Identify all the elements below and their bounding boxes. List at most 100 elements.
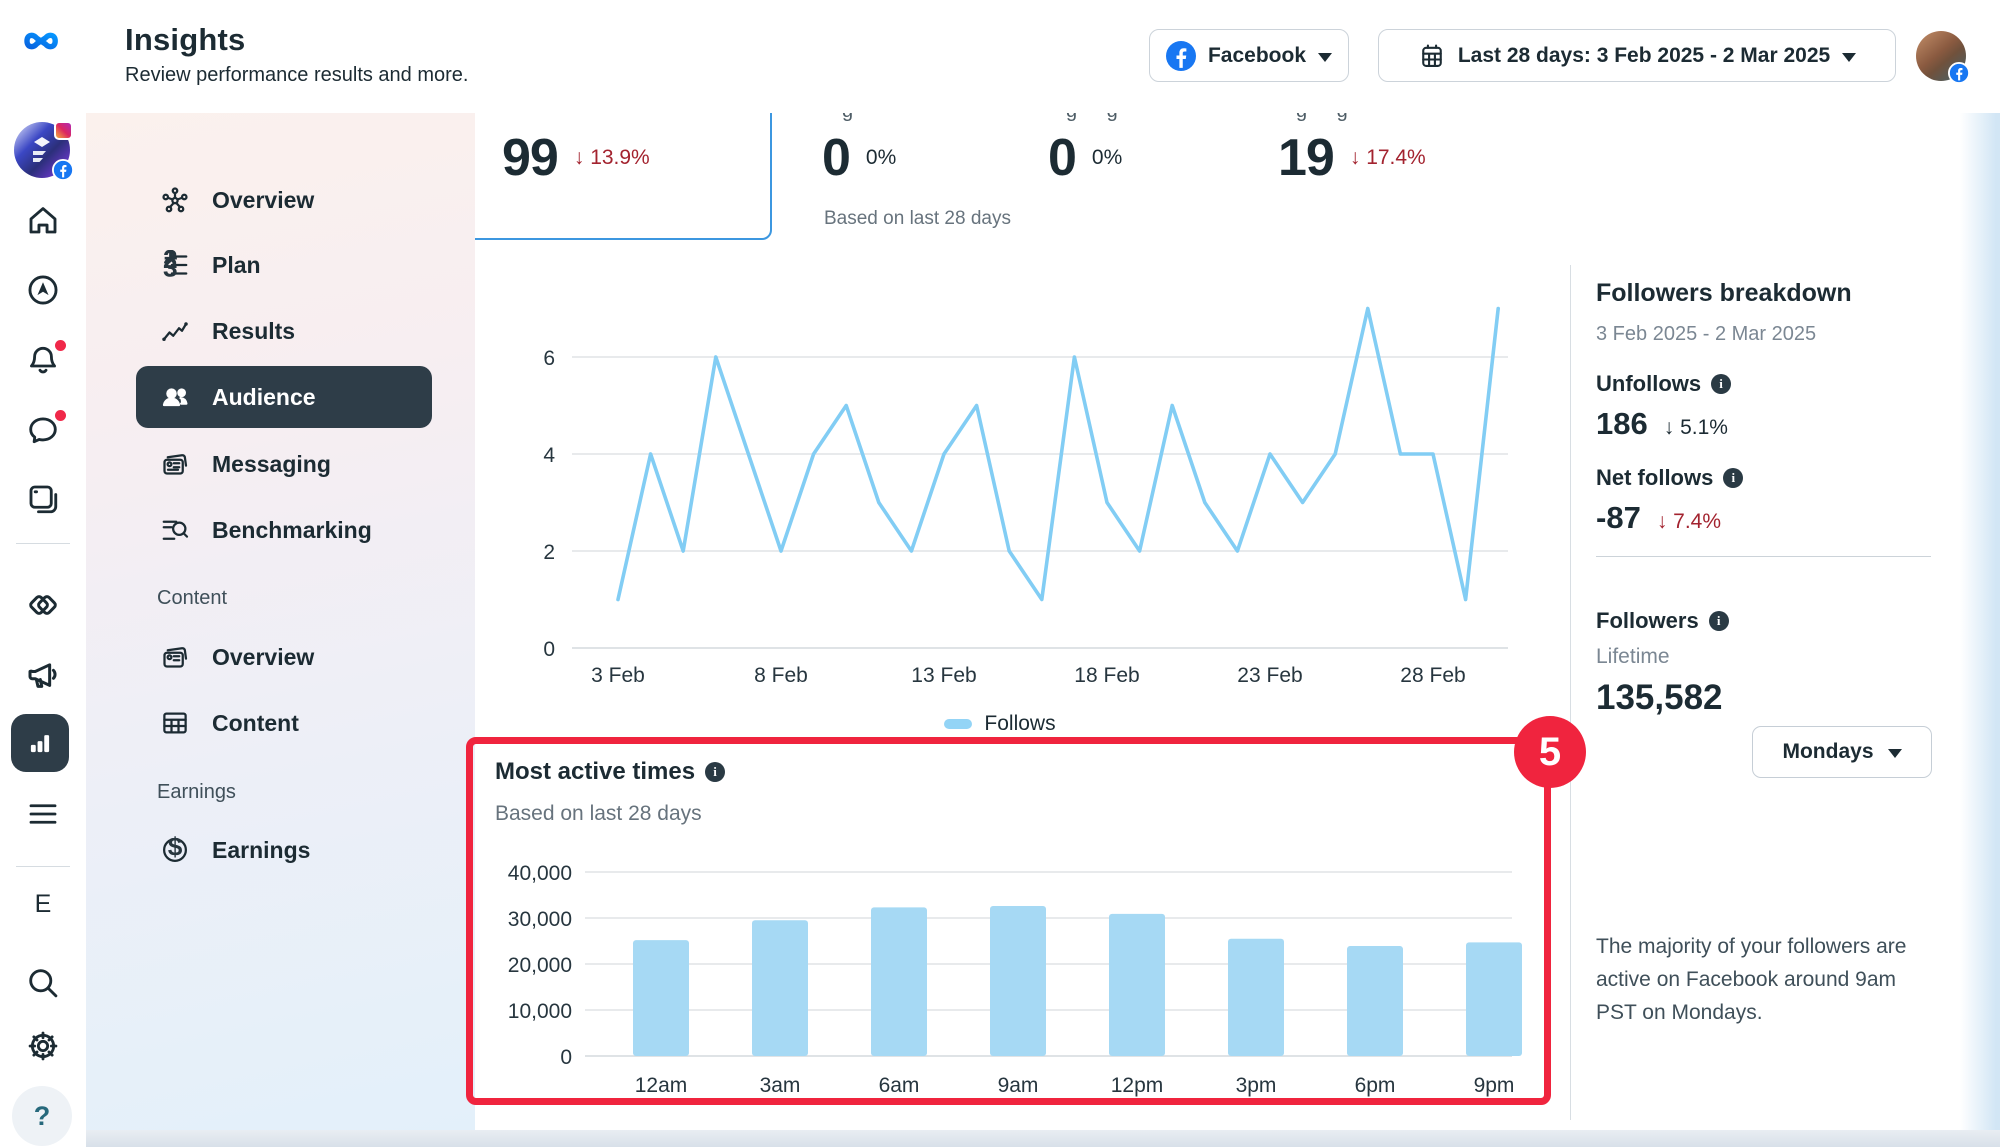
followers-lifetime-value: 135,582 (1596, 678, 1723, 718)
sidebar-item-content-content[interactable]: Content (136, 692, 432, 754)
info-icon[interactable]: i (1711, 374, 1731, 394)
most-active-times-bar-chart: 40,00030,00020,00010,000012am3am6am9am12… (500, 860, 1540, 1110)
sidebar-item-label: Plan (212, 252, 261, 279)
svg-text:18 Feb: 18 Feb (1074, 664, 1139, 687)
metric-value: 99 (502, 128, 558, 188)
net-follows-delta: ↓ 7.4% (1657, 510, 1721, 534)
svg-text:2: 2 (543, 541, 555, 564)
panel-title: Followers breakdown (1596, 279, 1852, 308)
sidebar-item-label: Results (212, 318, 295, 345)
followers-scope: Lifetime (1596, 645, 1670, 669)
ads-icon[interactable] (0, 272, 86, 308)
metric-value: 19 (1278, 128, 1334, 188)
notification-dot (55, 340, 66, 351)
help-question-mark: ? (34, 1101, 51, 1132)
metric-note: Based on last 28 days (824, 208, 1011, 230)
facebook-logo-icon (1166, 41, 1196, 71)
insights-icon-selected[interactable] (11, 714, 69, 772)
svg-text:$: $ (168, 835, 183, 862)
meta-logo-icon[interactable] (20, 24, 68, 63)
svg-text:12am: 12am (635, 1074, 688, 1097)
sidebar-item-label: Overview (212, 644, 314, 671)
page-bottom-strip (86, 1130, 2000, 1147)
metric-value: 0 (822, 128, 850, 188)
svg-text:9am: 9am (998, 1074, 1039, 1097)
sidebar-section-content: Content (157, 587, 227, 610)
facebook-badge-icon (52, 159, 74, 181)
chevron-down-icon (1318, 53, 1332, 62)
info-icon[interactable]: i (1709, 611, 1729, 631)
metric-value-row: 99 ↓ 13.9% (502, 128, 650, 188)
page-avatar[interactable] (14, 122, 70, 178)
sidebar-item-benchmarking[interactable]: Benchmarking (136, 499, 432, 561)
most-active-times-header: Most active times i (495, 758, 725, 786)
sidebar-item-label: Earnings (212, 837, 310, 864)
sidebar-item-overview[interactable]: Overview (136, 169, 432, 231)
net-follows-value-row: -87 ↓ 7.4% (1596, 500, 1721, 536)
content-pages-icon[interactable] (0, 481, 86, 517)
account-selector-button[interactable]: Facebook (1149, 29, 1349, 82)
svg-text:4: 4 (543, 444, 555, 467)
menu-icon[interactable] (0, 796, 86, 832)
rail-divider (16, 866, 70, 867)
metric-delta: 0% (866, 146, 896, 170)
search-icon[interactable] (0, 965, 86, 1001)
info-icon[interactable]: i (705, 762, 725, 782)
ads-megaphone-icon[interactable] (0, 655, 86, 693)
partnerships-handshake-icon[interactable] (0, 586, 86, 624)
help-button[interactable]: ? (12, 1086, 72, 1146)
profile-initial[interactable]: E (0, 890, 86, 919)
panel-date-range: 3 Feb 2025 - 2 Mar 2025 (1596, 323, 1816, 346)
svg-text:23 Feb: 23 Feb (1237, 664, 1302, 687)
svg-text:6pm: 6pm (1355, 1074, 1396, 1097)
followers-breakdown-panel: Followers breakdown 3 Feb 2025 - 2 Mar 2… (1596, 113, 1976, 1130)
metric-value-row[interactable]: 0 0% (822, 128, 896, 188)
unfollows-label: Unfollows i (1596, 371, 1731, 397)
followers-label: Followers i (1596, 608, 1729, 634)
meta-business-suite-insights-page: Insights Review performance results and … (0, 0, 2000, 1147)
net-follows-value: -87 (1596, 500, 1641, 536)
panel-divider-line (1596, 556, 1931, 557)
section-title: Most active times (495, 758, 695, 786)
page-subtitle: Review performance results and more. (125, 64, 468, 87)
info-icon[interactable]: i (1723, 468, 1743, 488)
page-edge-gradient (1960, 113, 2000, 1130)
svg-text:0: 0 (560, 1046, 572, 1069)
settings-gear-icon[interactable] (0, 1028, 86, 1064)
clipped-metric-title: g g (1066, 113, 1186, 123)
svg-text:3am: 3am (760, 1074, 801, 1097)
account-selector-label: Facebook (1208, 44, 1306, 68)
page-header: Insights Review performance results and … (0, 0, 2000, 113)
date-range-button[interactable]: Last 28 days: 3 Feb 2025 - 2 Mar 2025 (1378, 29, 1896, 82)
metric-value-row[interactable]: 19 ↓ 17.4% (1278, 128, 1426, 188)
svg-text:8 Feb: 8 Feb (754, 664, 808, 687)
sidebar-item-messaging[interactable]: Messaging (136, 433, 432, 495)
follows-line-chart: 02463 Feb8 Feb13 Feb18 Feb23 Feb28 Feb (500, 300, 1520, 700)
user-avatar[interactable] (1916, 31, 1966, 81)
annotation-step-badge: 5 (1514, 716, 1586, 788)
sidebar-item-results[interactable]: Results (136, 300, 432, 362)
sidebar-section-earnings: Earnings (157, 781, 236, 804)
day-selector-label: Mondays (1782, 740, 1873, 764)
date-range-label: Last 28 days: 3 Feb 2025 - 2 Mar 2025 (1458, 44, 1830, 68)
sidebar-item-earnings[interactable]: $ Earnings (136, 819, 432, 881)
chart-legend[interactable]: Follows (880, 712, 1120, 736)
sidebar-item-label: Audience (212, 384, 316, 411)
chat-icon[interactable] (0, 412, 86, 448)
home-icon[interactable] (0, 202, 86, 238)
day-selector-button[interactable]: Mondays (1752, 726, 1932, 778)
chevron-down-icon (1842, 53, 1856, 62)
net-follows-label: Net follows i (1596, 465, 1743, 491)
sidebar-item-audience[interactable]: Audience (136, 366, 432, 428)
svg-text:3pm: 3pm (1236, 1074, 1277, 1097)
svg-text:13 Feb: 13 Feb (911, 664, 976, 687)
metric-value: 0 (1048, 128, 1076, 188)
sidebar-item-plan[interactable]: 1 2 3 Plan (136, 234, 432, 296)
legend-label: Follows (984, 712, 1055, 736)
metric-value-row[interactable]: 0 0% (1048, 128, 1122, 188)
sidebar-item-content-overview[interactable]: Overview (136, 626, 432, 688)
notifications-bell-icon[interactable] (0, 342, 86, 378)
page-title: Insights (125, 22, 245, 58)
section-subtitle: Based on last 28 days (495, 802, 702, 826)
chevron-down-icon (1888, 749, 1902, 758)
